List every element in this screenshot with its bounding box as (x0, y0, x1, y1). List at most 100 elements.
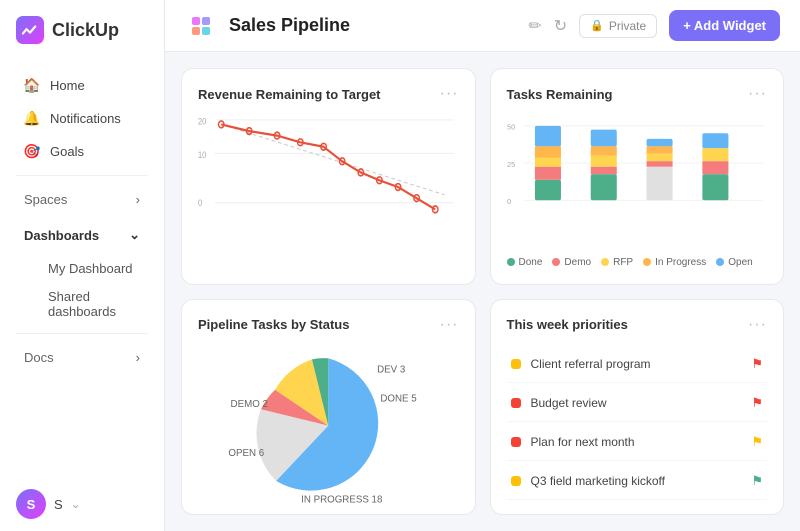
svg-text:IN PROGRESS 18: IN PROGRESS 18 (301, 494, 382, 505)
revenue-title: Revenue Remaining to Target (198, 87, 381, 102)
lock-icon: 🔒 (590, 19, 604, 32)
sidebar-item-home[interactable]: 🏠 Home (8, 69, 156, 101)
sidebar-item-notifications-label: Notifications (50, 111, 121, 126)
priority-list: Client referral program ⚑ Budget review … (507, 346, 768, 500)
bell-icon: 🔔 (24, 110, 40, 126)
priority-item-0: Client referral program ⚑ (507, 346, 768, 383)
legend-rfp: RFP (601, 257, 633, 268)
priority-flag-2: ⚑ (751, 434, 763, 450)
docs-chevron-icon: › (136, 350, 140, 365)
done-dot (507, 258, 515, 266)
rfp-dot (601, 258, 609, 266)
svg-text:OPEN 6: OPEN 6 (228, 447, 264, 458)
sidebar: ClickUp 🏠 Home 🔔 Notifications 🎯 Goals S… (0, 0, 165, 531)
rfp-label: RFP (613, 257, 633, 268)
user-name: S (54, 497, 63, 512)
revenue-widget: Revenue Remaining to Target ··· 20 10 0 (181, 68, 476, 285)
sidebar-section-spaces[interactable]: Spaces › (8, 184, 156, 215)
priorities-widget-header: This week priorities ··· (507, 316, 768, 334)
sidebar-divider-1 (16, 175, 148, 176)
docs-label: Docs (24, 350, 54, 365)
sidebar-divider-2 (16, 333, 148, 334)
refresh-icon[interactable]: ↻ (554, 16, 567, 36)
priority-flag-0: ⚑ (751, 356, 763, 372)
sidebar-item-my-dashboard[interactable]: My Dashboard (8, 255, 156, 282)
priority-text-0: Client referral program (531, 357, 651, 371)
pie-chart-area: DEV 3 DONE 5 IN PROGRESS 18 OPEN 6 DEMO … (198, 342, 459, 510)
dashboard-grid-icon (185, 10, 217, 42)
svg-text:0: 0 (507, 197, 511, 206)
priority-flag-1: ⚑ (751, 395, 763, 411)
revenue-widget-header: Revenue Remaining to Target ··· (198, 85, 459, 103)
done-label: Done (519, 257, 543, 268)
priority-left-0: Client referral program (511, 357, 651, 371)
sidebar-nav: 🏠 Home 🔔 Notifications 🎯 Goals Spaces › … (0, 60, 164, 477)
shared-dashboards-label: Shared dashboards (48, 289, 116, 319)
priority-item-1: Budget review ⚑ (507, 385, 768, 422)
svg-text:DEMO 2: DEMO 2 (231, 399, 268, 410)
spaces-chevron-icon: › (136, 192, 140, 207)
legend-done: Done (507, 257, 543, 268)
logo[interactable]: ClickUp (0, 0, 164, 60)
private-badge[interactable]: 🔒 Private (579, 14, 657, 38)
sidebar-section-dashboards[interactable]: Dashboards ⌄ (8, 219, 156, 251)
svg-text:50: 50 (507, 123, 515, 132)
tasks-title: Tasks Remaining (507, 87, 613, 102)
dashboard-grid: Revenue Remaining to Target ··· 20 10 0 (165, 52, 800, 531)
priority-left-1: Budget review (511, 396, 607, 410)
in-progress-dot (643, 258, 651, 266)
priority-text-2: Plan for next month (531, 435, 635, 449)
spaces-label: Spaces (24, 192, 67, 207)
sidebar-item-goals-label: Goals (50, 144, 84, 159)
svg-text:20: 20 (198, 117, 207, 127)
edit-icon[interactable]: ✏ (528, 16, 541, 36)
page-header: Sales Pipeline ✏ ↻ 🔒 Private + Add Widge… (165, 0, 800, 52)
pipeline-menu-icon[interactable]: ··· (440, 316, 459, 334)
priority-item-3: Q3 field marketing kickoff ⚑ (507, 463, 768, 500)
revenue-menu-icon[interactable]: ··· (440, 85, 459, 103)
sidebar-item-notifications[interactable]: 🔔 Notifications (8, 102, 156, 134)
pipeline-title: Pipeline Tasks by Status (198, 317, 349, 332)
sidebar-item-goals[interactable]: 🎯 Goals (8, 135, 156, 167)
svg-text:10: 10 (198, 150, 207, 160)
home-icon: 🏠 (24, 77, 40, 93)
goals-icon: 🎯 (24, 143, 40, 159)
open-dot (716, 258, 724, 266)
dashboards-label: Dashboards (24, 228, 99, 243)
priorities-title: This week priorities (507, 317, 628, 332)
pipeline-widget: Pipeline Tasks by Status ··· (181, 299, 476, 516)
avatar-initial: S (27, 497, 36, 512)
demo-dot (552, 258, 560, 266)
sidebar-item-home-label: Home (50, 78, 85, 93)
svg-text:DONE 5: DONE 5 (380, 393, 417, 404)
sidebar-item-shared-dashboards[interactable]: Shared dashboards (8, 283, 156, 325)
priorities-widget: This week priorities ··· Client referral… (490, 299, 785, 516)
priority-text-3: Q3 field marketing kickoff (531, 474, 666, 488)
in-progress-label: In Progress (655, 257, 706, 268)
user-avatar[interactable]: S (16, 489, 46, 519)
sidebar-section-docs[interactable]: Docs › (8, 342, 156, 373)
priority-text-1: Budget review (531, 396, 607, 410)
priorities-menu-icon[interactable]: ··· (748, 316, 767, 334)
clickup-logo-icon (16, 16, 44, 44)
legend-demo: Demo (552, 257, 591, 268)
tasks-menu-icon[interactable]: ··· (748, 85, 767, 103)
priority-item-2: Plan for next month ⚑ (507, 424, 768, 461)
private-label: Private (609, 19, 646, 33)
dashboards-chevron-icon: ⌄ (129, 227, 140, 243)
my-dashboard-label: My Dashboard (48, 261, 133, 276)
svg-text:DEV 3: DEV 3 (377, 364, 405, 375)
priority-dot-2 (511, 437, 521, 447)
tasks-widget-header: Tasks Remaining ··· (507, 85, 768, 103)
add-widget-button[interactable]: + Add Widget (669, 10, 780, 41)
page-title: Sales Pipeline (229, 15, 350, 36)
priority-dot-1 (511, 398, 521, 408)
priority-left-3: Q3 field marketing kickoff (511, 474, 666, 488)
svg-text:0: 0 (198, 198, 203, 208)
priority-dot-0 (511, 359, 521, 369)
svg-text:25: 25 (507, 160, 515, 169)
tasks-bar-chart-area: 50 25 0 (507, 111, 768, 268)
priority-flag-3: ⚑ (751, 473, 763, 489)
main-content: Sales Pipeline ✏ ↻ 🔒 Private + Add Widge… (165, 0, 800, 531)
demo-label: Demo (564, 257, 591, 268)
